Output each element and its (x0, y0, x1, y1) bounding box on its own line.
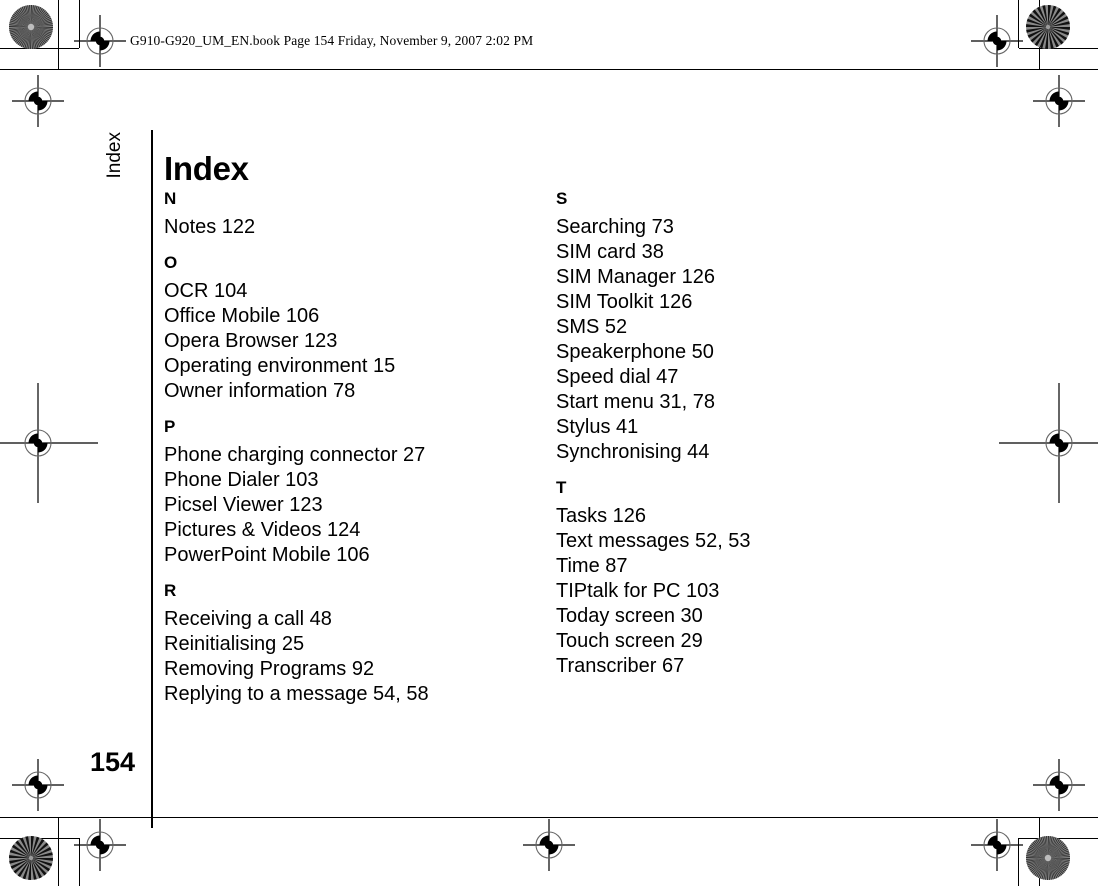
registration-mark-lower-left (6, 753, 70, 817)
registration-mark-middle-right (999, 383, 1098, 503)
index-entry[interactable]: Today screen 30 (556, 604, 936, 629)
index-entry[interactable]: Searching 73 (556, 215, 936, 240)
registration-mark-top-right (965, 9, 1029, 73)
crop-rule-left-outer (58, 0, 59, 69)
index-letter-group: T Tasks 126 Text messages 52, 53 Time 87 TIP… (556, 477, 936, 679)
index-entry[interactable]: Owner information 78 (164, 379, 544, 404)
index-entry[interactable]: Time 87 (556, 554, 936, 579)
registration-mark-middle-left (0, 383, 98, 503)
crop-rule-top-right-short (1019, 48, 1098, 49)
index-entry[interactable]: Operating environment 15 (164, 354, 544, 379)
index-entry[interactable]: Speakerphone 50 (556, 340, 936, 365)
registration-mark-bottom-right (965, 813, 1029, 877)
registration-mark-upper-left (6, 69, 70, 133)
index-entry[interactable]: Start menu 31, 78 (556, 390, 936, 415)
index-entry[interactable]: Stylus 41 (556, 415, 936, 440)
printer-header-text: G910-G920_UM_EN.book Page 154 Friday, No… (130, 33, 534, 48)
registration-mark-upper-right (1027, 69, 1091, 133)
index-letter-heading: R (164, 581, 177, 600)
index-entry[interactable]: Tasks 126 (556, 504, 936, 529)
crop-rule-left-outer-bottom (58, 817, 59, 886)
page-number: 154 (90, 747, 136, 777)
index-letter-heading: P (164, 417, 176, 436)
index-entry[interactable]: Notes 122 (164, 215, 544, 240)
index-entry[interactable]: Pictures & Videos 124 (164, 518, 544, 543)
star-target-top-right (1025, 4, 1071, 50)
index-entry[interactable]: Reinitialising 25 (164, 632, 544, 657)
star-target-bottom-right (1025, 835, 1071, 881)
index-entry[interactable]: SIM Toolkit 126 (556, 290, 936, 315)
index-column-right: S Searching 73 SIM card 38 SIM Manager 126 S… (556, 188, 936, 691)
index-entry[interactable]: Removing Programs 92 (164, 657, 544, 682)
index-letter-heading: T (556, 478, 567, 497)
index-letter-group: S Searching 73 SIM card 38 SIM Manager 126 S… (556, 188, 936, 465)
registration-mark-lower-right (1027, 753, 1091, 817)
registration-mark-bottom-center (517, 813, 581, 877)
star-target-top-left (8, 4, 54, 50)
index-entry[interactable]: SMS 52 (556, 315, 936, 340)
index-entry[interactable]: Receiving a call 48 (164, 607, 544, 632)
index-letter-heading: S (556, 189, 568, 208)
crop-rule-top (0, 69, 1098, 70)
index-entry[interactable]: SIM card 38 (556, 240, 936, 265)
index-entry[interactable]: Speed dial 47 (556, 365, 936, 390)
side-tab-index: Index (104, 12, 126, 178)
side-tab-label: Index (104, 132, 125, 179)
index-entry[interactable]: Phone Dialer 103 (164, 468, 544, 493)
index-entry[interactable]: Picsel Viewer 123 (164, 493, 544, 518)
index-entry[interactable]: TIPtalk for PC 103 (556, 579, 936, 604)
registration-mark-bottom-left (68, 813, 132, 877)
index-entry[interactable]: Opera Browser 123 (164, 329, 544, 354)
index-entry[interactable]: Touch screen 29 (556, 629, 936, 654)
index-column-left: N Notes 122 O OCR 104 Office Mobile 106 Opera… (164, 188, 544, 719)
printed-page: G910-G920_UM_EN.book Page 154 Friday, No… (0, 0, 1098, 886)
index-letter-group: N Notes 122 (164, 188, 544, 240)
index-entry[interactable]: SIM Manager 126 (556, 265, 936, 290)
index-entry[interactable]: Office Mobile 106 (164, 304, 544, 329)
content-vertical-rule (151, 130, 153, 828)
index-entry[interactable]: Synchronising 44 (556, 440, 936, 465)
index-entry[interactable]: Replying to a message 54, 58 (164, 682, 544, 707)
index-entry[interactable]: Transcriber 67 (556, 654, 936, 679)
index-entry[interactable]: Text messages 52, 53 (556, 529, 936, 554)
index-letter-heading: O (164, 253, 178, 272)
index-letter-group: P Phone charging connector 27 Phone Dialer… (164, 416, 544, 568)
index-letter-group: R Receiving a call 48 Reinitialising 25 Rem… (164, 580, 544, 707)
index-entry[interactable]: Phone charging connector 27 (164, 443, 544, 468)
page-title: Index (164, 150, 249, 188)
index-entry[interactable]: PowerPoint Mobile 106 (164, 543, 544, 568)
index-letter-heading: N (164, 189, 177, 208)
star-target-bottom-left (8, 835, 54, 881)
index-entry[interactable]: OCR 104 (164, 279, 544, 304)
index-letter-group: O OCR 104 Office Mobile 106 Opera Browser 1… (164, 252, 544, 404)
